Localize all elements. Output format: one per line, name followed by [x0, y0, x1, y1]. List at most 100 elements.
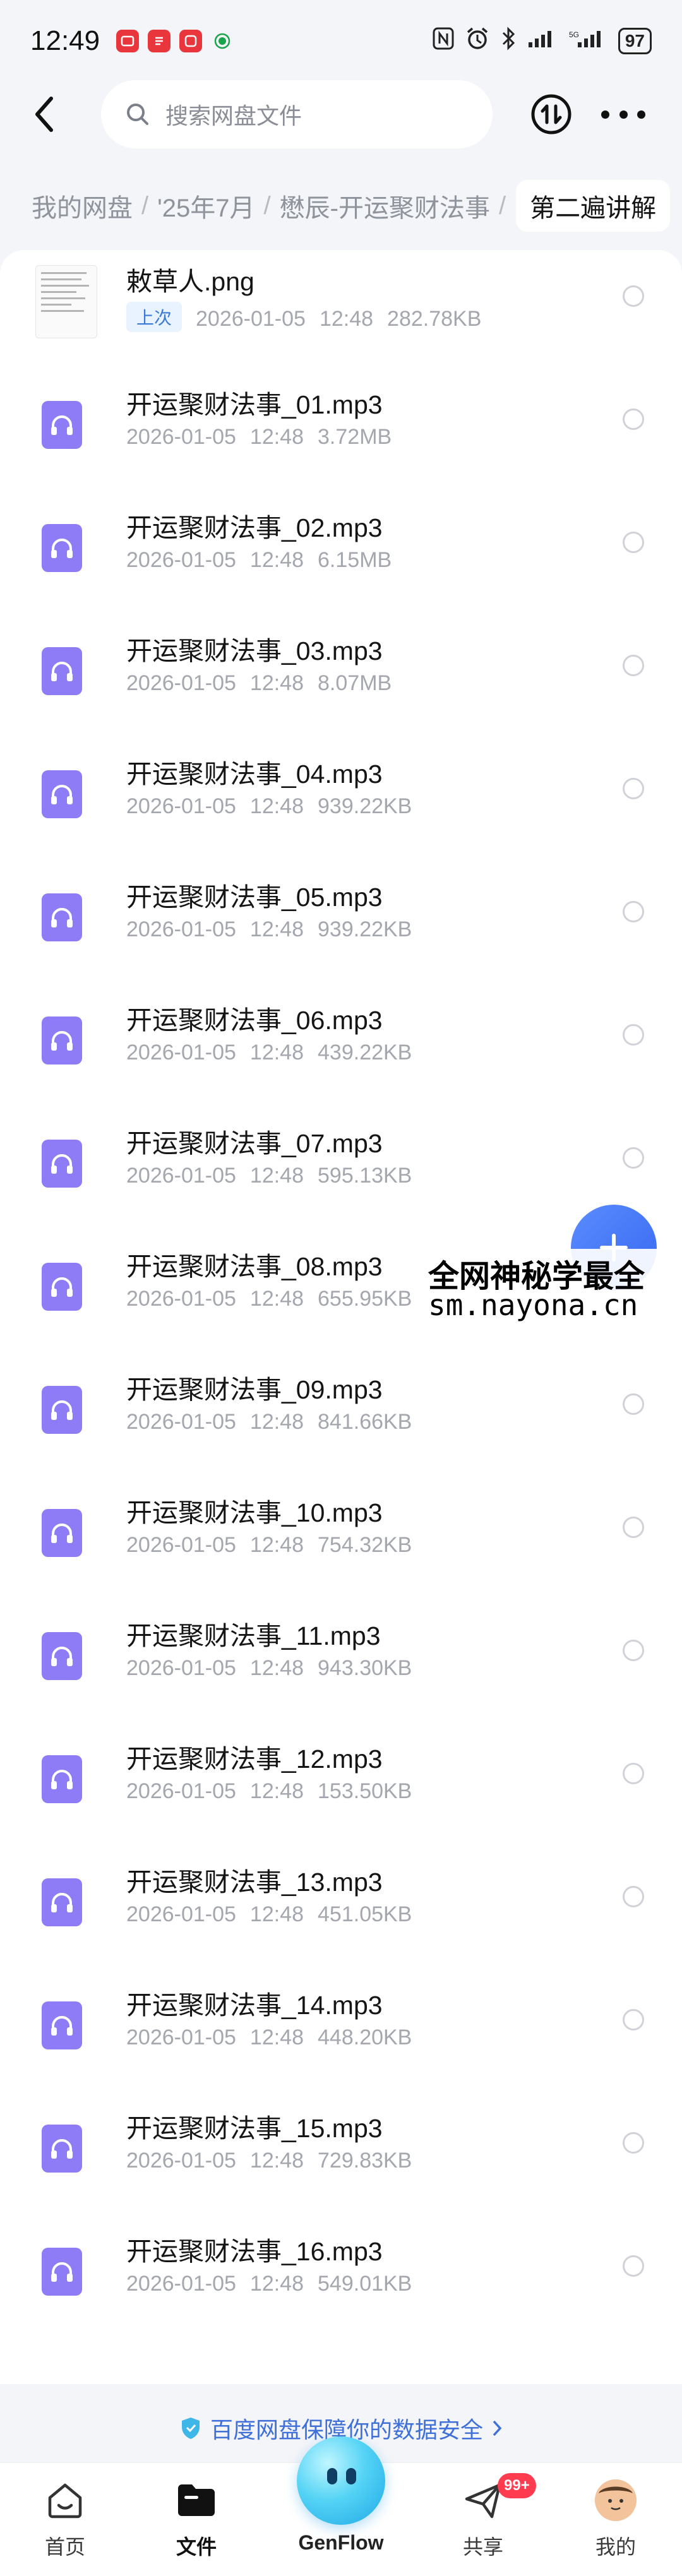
back-button[interactable] — [25, 89, 63, 140]
file-size: 282.78KB — [387, 307, 482, 331]
breadcrumb-item[interactable]: '25年7月 — [157, 188, 254, 224]
select-radio[interactable] — [623, 1147, 644, 1169]
file-size: 451.05KB — [318, 1902, 412, 1926]
file-row[interactable]: 开运聚财法事_13.mp3 2026-01-05 12:48 451.05KB — [0, 1851, 682, 1974]
audio-file-icon — [42, 1263, 82, 1311]
file-row[interactable]: 开运聚财法事_03.mp3 2026-01-05 12:48 8.07MB — [0, 619, 682, 742]
file-row[interactable]: 开运聚财法事_07.mp3 2026-01-05 12:48 595.13KB — [0, 1112, 682, 1235]
file-meta: 2026-01-05 12:48 439.22KB — [126, 1041, 412, 1065]
select-radio[interactable] — [623, 655, 644, 676]
file-time: 12:48 — [249, 794, 304, 818]
file-name: 开运聚财法事_04.mp3 — [126, 760, 383, 789]
nav-genflow[interactable]: GenFlow — [294, 2436, 388, 2570]
status-time: 12:49 — [30, 25, 100, 56]
file-name: 开运聚财法事_03.mp3 — [126, 636, 383, 665]
chevron-right-icon — [493, 2420, 502, 2436]
audio-file-icon — [42, 1017, 82, 1064]
file-row[interactable]: 开运聚财法事_06.mp3 2026-01-05 12:48 439.22KB — [0, 989, 682, 1112]
breadcrumb-separator: / — [141, 191, 149, 220]
home-icon — [45, 2476, 85, 2525]
headphones-icon — [51, 1031, 73, 1051]
file-size: 448.20KB — [318, 2025, 412, 2049]
search-input[interactable]: 搜索网盘文件 — [101, 80, 493, 148]
headphones-icon — [51, 539, 73, 558]
select-radio[interactable] — [623, 285, 644, 307]
more-dot-icon — [601, 110, 609, 119]
nav-label: 首页 — [44, 2536, 85, 2558]
file-date: 2026-01-05 — [126, 2025, 236, 2049]
audio-file-icon — [42, 1878, 82, 1926]
file-date: 2026-01-05 — [126, 1041, 236, 1064]
status-indicators: 5G 97 — [433, 26, 652, 56]
file-row[interactable]: 开运聚财法事_05.mp3 2026-01-05 12:48 939.22KB — [0, 866, 682, 989]
file-date: 2026-01-05 — [126, 2272, 236, 2296]
audio-file-icon — [42, 2001, 82, 2049]
select-radio[interactable] — [623, 1024, 644, 1046]
file-row[interactable]: 开运聚财法事_10.mp3 2026-01-05 12:48 754.32KB — [0, 1481, 682, 1604]
file-row[interactable]: 开运聚财法事_01.mp3 2026-01-05 12:48 3.72MB — [0, 373, 682, 496]
nav-home[interactable]: 首页 — [18, 2476, 112, 2570]
file-name: 开运聚财法事_12.mp3 — [126, 1744, 383, 1774]
select-radio[interactable] — [623, 1393, 644, 1415]
file-row[interactable]: 开运聚财法事_09.mp3 2026-01-05 12:48 841.66KB — [0, 1358, 682, 1481]
select-radio[interactable] — [623, 1517, 644, 1538]
file-row[interactable]: 开运聚财法事_14.mp3 2026-01-05 12:48 448.20KB — [0, 1974, 682, 2097]
file-time: 12:48 — [249, 2149, 304, 2173]
file-time: 12:48 — [249, 1902, 304, 1926]
file-row[interactable]: 开运聚财法事_11.mp3 2026-01-05 12:48 943.30KB — [0, 1604, 682, 1727]
more-menu-button[interactable] — [601, 93, 645, 135]
file-date: 2026-01-05 — [196, 307, 306, 331]
file-meta: 2026-01-05 12:48 6.15MB — [126, 548, 392, 573]
file-meta: 2026-01-05 12:48 943.30KB — [126, 1656, 412, 1681]
file-meta: 2026-01-05 12:48 841.66KB — [126, 1410, 412, 1434]
file-time: 12:48 — [249, 671, 304, 695]
select-radio[interactable] — [623, 2132, 644, 2154]
file-row[interactable]: 开运聚财法事_12.mp3 2026-01-05 12:48 153.50KB — [0, 1727, 682, 1851]
status-app-icons — [116, 30, 234, 52]
file-row[interactable]: 开运聚财法事_16.mp3 2026-01-05 12:48 549.01KB — [0, 2220, 682, 2343]
transfer-button[interactable] — [530, 93, 572, 135]
nav-profile[interactable]: 我的 — [568, 2476, 663, 2570]
select-radio[interactable] — [623, 1763, 644, 1784]
share-badge: 99+ — [498, 2473, 536, 2498]
file-name: 开运聚财法事_08.mp3 — [126, 1252, 383, 1281]
audio-file-icon — [42, 770, 82, 818]
more-dot-icon — [637, 110, 645, 119]
file-name: 敕草人.png — [126, 267, 254, 296]
nav-files[interactable]: 文件 — [149, 2476, 244, 2570]
select-radio[interactable] — [623, 408, 644, 430]
breadcrumb-item[interactable]: 我的网盘 — [32, 188, 133, 224]
file-row[interactable]: 开运聚财法事_15.mp3 2026-01-05 12:48 729.83KB — [0, 2097, 682, 2220]
breadcrumb-separator: / — [263, 191, 271, 220]
audio-file-icon — [42, 1386, 82, 1434]
file-meta: 2026-01-05 12:48 549.01KB — [126, 2272, 412, 2296]
file-time: 12:48 — [249, 1533, 304, 1557]
select-radio[interactable] — [623, 1640, 644, 1661]
select-radio[interactable] — [623, 901, 644, 922]
headphones-icon — [51, 1524, 73, 1543]
file-row[interactable]: 开运聚财法事_02.mp3 2026-01-05 12:48 6.15MB — [0, 496, 682, 619]
file-name: 开运聚财法事_15.mp3 — [126, 2114, 383, 2143]
signal-icon — [527, 28, 558, 54]
file-time: 12:48 — [249, 1164, 304, 1188]
file-time: 12:48 — [249, 2272, 304, 2296]
file-date: 2026-01-05 — [126, 1533, 236, 1557]
news-app-icon — [116, 30, 140, 52]
file-name: 开运聚财法事_16.mp3 — [126, 2237, 383, 2266]
file-name: 开运聚财法事_06.mp3 — [126, 1006, 383, 1035]
select-radio[interactable] — [623, 532, 644, 553]
file-meta: 2026-01-05 12:48 451.05KB — [126, 1902, 412, 1927]
file-row[interactable]: 开运聚财法事_04.mp3 2026-01-05 12:48 939.22KB — [0, 742, 682, 866]
select-radio[interactable] — [623, 1886, 644, 1907]
select-radio[interactable] — [623, 778, 644, 799]
file-row[interactable]: 敕草人.png 上次 2026-01-05 12:48 282.78KB — [0, 250, 682, 373]
file-meta: 2026-01-05 12:48 939.22KB — [126, 794, 412, 819]
breadcrumb-item[interactable]: 懋辰-开运聚财法事 — [280, 188, 490, 224]
file-name: 开运聚财法事_13.mp3 — [126, 1868, 383, 1897]
select-radio[interactable] — [623, 2009, 644, 2030]
file-size: 153.50KB — [318, 1779, 412, 1803]
genflow-icon — [297, 2436, 385, 2525]
headphones-icon — [51, 662, 73, 681]
file-date: 2026-01-05 — [126, 425, 236, 449]
select-radio[interactable] — [623, 2255, 644, 2277]
